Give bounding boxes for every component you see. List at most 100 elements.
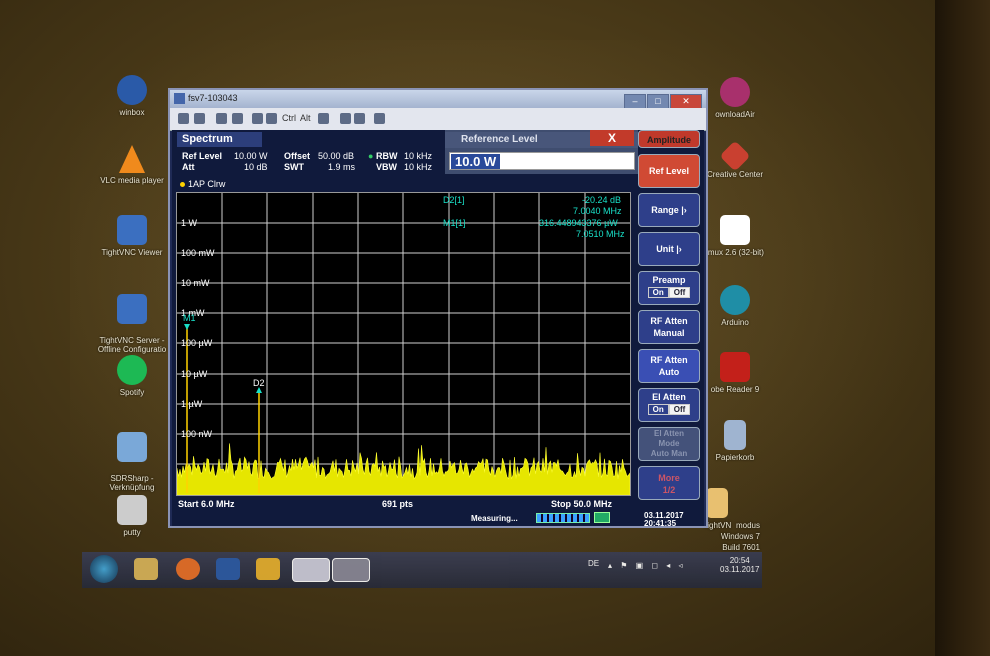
status-led-icon bbox=[594, 512, 610, 523]
tightvnc-taskbar-icon[interactable] bbox=[292, 558, 330, 582]
y-label: 1 µW bbox=[181, 399, 203, 409]
reference-level-title: Reference Level bbox=[461, 134, 538, 145]
vbw-label: VBW bbox=[376, 162, 397, 172]
maximize-button[interactable]: □ bbox=[647, 94, 669, 109]
ref-level-label: Ref Level bbox=[182, 151, 223, 161]
softkey-preamp[interactable]: Preamp On Off bbox=[638, 271, 700, 305]
vlc-icon bbox=[119, 145, 145, 173]
softkey-el-atten-mode[interactable]: El Atten Mode Auto Man bbox=[638, 427, 700, 461]
desktop-icon-sdrsharp[interactable]: SDRSharp - Verknüpfung bbox=[87, 423, 177, 492]
zoom-icon[interactable] bbox=[374, 113, 385, 124]
window-titlebar: fsv7-103043 – □ ✕ bbox=[170, 90, 706, 109]
sweep-points: 691 pts bbox=[382, 499, 414, 509]
reference-level-value: 10.0 W bbox=[451, 154, 501, 169]
preamp-toggle[interactable]: On Off bbox=[647, 287, 691, 298]
downloadair-icon bbox=[720, 77, 750, 107]
desktop-icon-spotify[interactable]: Spotify bbox=[87, 355, 177, 397]
desktop-icon-vlc[interactable]: VLC media player bbox=[87, 145, 177, 185]
vnc-toolbar: Ctrl Alt bbox=[170, 108, 706, 131]
recycle-bin-icon bbox=[724, 420, 746, 450]
chevron-right-icon: |› bbox=[681, 205, 687, 215]
marker-d2-label: D2[1] bbox=[443, 195, 465, 205]
el-atten-toggle[interactable]: On Off bbox=[647, 404, 691, 415]
measuring-status: Measuring... bbox=[471, 514, 518, 523]
spectrum-svg bbox=[177, 193, 630, 495]
swt-label: SWT bbox=[284, 162, 304, 172]
stop-frequency: Stop 50.0 MHz bbox=[551, 499, 613, 509]
transfer-icon[interactable] bbox=[340, 113, 351, 124]
ref-level-value: 10.00 W bbox=[234, 151, 268, 161]
options-icon[interactable] bbox=[178, 113, 189, 124]
dialog-close-button[interactable]: X bbox=[590, 130, 634, 146]
desktop-icon-winbox[interactable]: winbox bbox=[87, 75, 177, 117]
softkey-el-atten[interactable]: El Atten On Off bbox=[638, 388, 700, 422]
y-label: 100 µW bbox=[181, 338, 213, 348]
tasks-icon[interactable] bbox=[216, 558, 240, 580]
offset-indicator-icon: ● bbox=[368, 151, 374, 161]
softkey-rf-atten-auto[interactable]: RF Atten Auto bbox=[638, 349, 700, 383]
desktop-icon-tightvnc-server[interactable]: TightVNC Server - Offline Configuratio bbox=[87, 285, 177, 354]
desktop-icon-putty[interactable]: putty bbox=[87, 495, 177, 537]
analyzer-screen: Spectrum Ref Level 10.00 W Offset 50.00 … bbox=[172, 130, 704, 528]
y-label: 1 W bbox=[181, 218, 198, 228]
softkey-unit[interactable]: Unit |› bbox=[638, 232, 700, 266]
y-label: 100 nW bbox=[181, 429, 213, 439]
arduino-icon bbox=[720, 285, 750, 315]
offset-label: Offset bbox=[284, 151, 311, 161]
softkey-rf-atten-manual[interactable]: RF Atten Manual bbox=[638, 310, 700, 344]
save-icon[interactable] bbox=[354, 113, 365, 124]
softkey-range[interactable]: Range |› bbox=[638, 193, 700, 227]
softkey-header: Amplitude bbox=[638, 130, 700, 148]
minimize-button[interactable]: – bbox=[624, 94, 646, 109]
reference-level-input[interactable]: 10.0 W bbox=[449, 152, 635, 170]
winbox-icon bbox=[117, 75, 147, 105]
tray-icons[interactable]: ▴ ⚑ ▣ ◻ ◂ ◃ bbox=[608, 561, 686, 570]
putty-icon bbox=[117, 495, 147, 525]
capture-taskbar-icon[interactable] bbox=[332, 558, 370, 582]
marker-d2-level: -20.24 dB bbox=[582, 195, 622, 205]
grid bbox=[177, 193, 630, 495]
close-button[interactable]: ✕ bbox=[670, 94, 702, 109]
media-player-icon[interactable] bbox=[256, 558, 280, 580]
softkey-more[interactable]: More 1/2 bbox=[638, 466, 700, 500]
taskbar-clock[interactable]: 20:54 03.11.2017 bbox=[720, 556, 759, 574]
copy-icon[interactable] bbox=[318, 113, 329, 124]
swt-value: 1.9 ms bbox=[328, 162, 356, 172]
app-icon bbox=[174, 93, 185, 104]
desktop-icon-tightvnc-viewer[interactable]: TightVNC Viewer bbox=[87, 215, 177, 257]
firefox-icon[interactable] bbox=[176, 558, 200, 580]
refresh-icon[interactable] bbox=[232, 113, 243, 124]
window-title: fsv7-103043 bbox=[188, 93, 238, 103]
ctrl-key-button[interactable]: Ctrl bbox=[282, 113, 296, 123]
linux-icon bbox=[720, 215, 750, 245]
taskbar: DE ▴ ⚑ ▣ ◻ ◂ ◃ 20:54 03.11.2017 bbox=[82, 552, 762, 588]
chevron-right-icon: |› bbox=[676, 244, 682, 254]
explorer-icon[interactable] bbox=[134, 558, 158, 580]
status-bar: Measuring... 03.11.2017 20:41:35 bbox=[176, 512, 702, 528]
start-button-icon[interactable] bbox=[90, 555, 118, 583]
marker-d2-frequency: 7.0040 MHz bbox=[573, 206, 622, 216]
sdrsharp-icon bbox=[117, 432, 147, 462]
trace-dot-icon bbox=[180, 182, 185, 187]
link-icon[interactable] bbox=[252, 113, 263, 124]
info-icon[interactable] bbox=[194, 113, 205, 124]
folder-icon bbox=[706, 488, 728, 518]
spectrum-tab[interactable]: Spectrum bbox=[177, 132, 262, 147]
alt-key-button[interactable]: Alt bbox=[300, 113, 311, 123]
att-value: 10 dB bbox=[244, 162, 268, 172]
key-icon[interactable] bbox=[266, 113, 277, 124]
marker-m1-label: M1[1] bbox=[443, 218, 466, 228]
fullscreen-icon[interactable] bbox=[216, 113, 227, 124]
y-label: 100 mW bbox=[181, 248, 215, 258]
marker-m1-level: 316.448943376 µW bbox=[539, 218, 618, 228]
softkey-ref-level[interactable]: Ref Level bbox=[638, 154, 700, 188]
creative-center-icon bbox=[719, 140, 751, 172]
offset-value: 50.00 dB bbox=[318, 151, 355, 161]
language-indicator[interactable]: DE bbox=[588, 559, 599, 568]
progress-bar bbox=[536, 513, 590, 523]
y-label: 10 µW bbox=[181, 369, 208, 379]
spectrum-plot[interactable]: 1 W 100 mW 10 mW 1 mW 100 µW 10 µW 1 µW … bbox=[176, 192, 631, 496]
tightvnc-viewer-icon bbox=[117, 215, 147, 245]
plot-footer: Start 6.0 MHz 691 pts Stop 50.0 MHz bbox=[176, 497, 631, 511]
spotify-icon bbox=[117, 355, 147, 385]
